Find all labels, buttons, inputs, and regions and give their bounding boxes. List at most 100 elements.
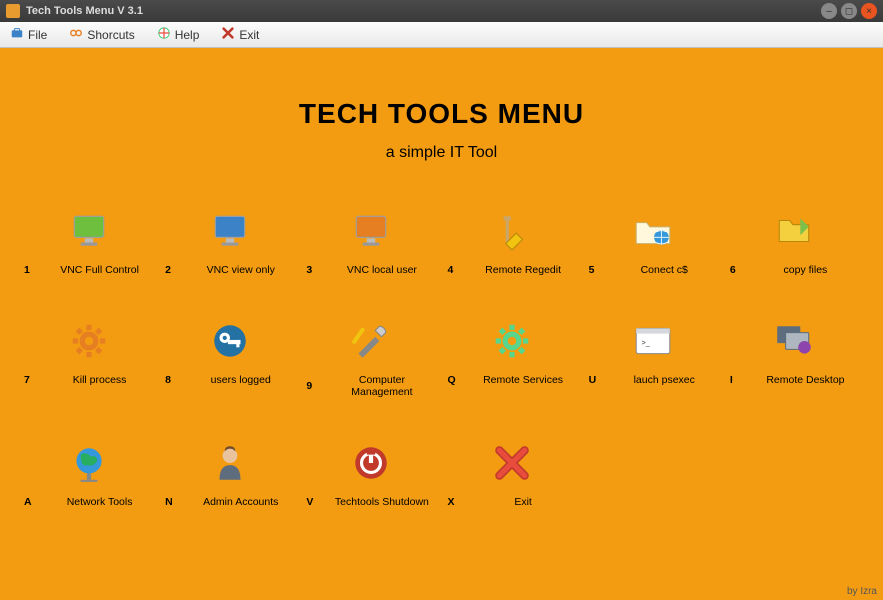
svg-text:>_: >_	[642, 338, 651, 347]
titlebar: Tech Tools Menu V 3.1 – ◻ ×	[0, 0, 883, 22]
tool-key: 8	[165, 374, 177, 386]
tool-conect-c[interactable]: 5 Conect c$	[583, 212, 724, 276]
tool-label-row: 4 Remote Regedit	[442, 264, 583, 276]
tool-label-row: 9 Computer Management	[300, 374, 441, 398]
tool-vnc-full-control[interactable]: 1 VNC Full Control	[18, 212, 159, 276]
footer-credit: by Izra	[847, 586, 877, 597]
x-icon	[221, 26, 235, 43]
tool-remote-services[interactable]: Q Remote Services	[442, 322, 583, 398]
tool-key: Q	[448, 374, 460, 386]
tool-key: 9	[306, 380, 318, 392]
link-icon	[69, 26, 83, 43]
tool-label-row: 5 Conect c$	[583, 264, 724, 276]
tool-vnc-local-user[interactable]: 3 VNC local user	[300, 212, 441, 276]
tool-label: VNC local user	[328, 264, 435, 276]
tool-label: Techtools Shutdown	[328, 496, 435, 508]
tool-key: 2	[165, 264, 177, 276]
tool-label-row: 3 VNC local user	[300, 264, 441, 276]
folder-copy-icon	[773, 212, 815, 250]
tool-lauch-psexec[interactable]: >_ Ulauch psexec	[583, 322, 724, 398]
tool-label-row: Q Remote Services	[442, 374, 583, 386]
app-icon	[6, 4, 20, 18]
tool-label: users logged	[187, 374, 294, 386]
page-title: TECH TOOLS MENU	[0, 98, 883, 130]
window-title: Tech Tools Menu V 3.1	[26, 5, 817, 17]
tool-label: VNC Full Control	[46, 264, 153, 276]
tool-label-row: X Exit	[442, 496, 583, 508]
tool-label: Computer Management	[328, 374, 435, 398]
tool-admin-accounts[interactable]: N Admin Accounts	[159, 444, 300, 508]
tool-copy-files[interactable]: 6 copy files	[724, 212, 865, 276]
tool-kill-process[interactable]: 7 Kill process	[18, 322, 159, 398]
tool-key: 1	[24, 264, 36, 276]
monitor-green-icon	[68, 212, 110, 250]
menu-file[interactable]: File	[6, 24, 51, 45]
tool-label: Remote Regedit	[470, 264, 577, 276]
globe-green-icon	[68, 444, 110, 482]
gear-orange-icon	[68, 322, 110, 360]
menu-exit[interactable]: Exit	[217, 24, 263, 45]
menu-help-label: Help	[175, 28, 200, 42]
tool-label-row: IRemote Desktop	[724, 374, 865, 386]
briefcase-icon	[10, 26, 24, 43]
content-area: TECH TOOLS MENU a simple IT Tool 1 VNC Fu…	[0, 48, 883, 600]
tool-label: Conect c$	[611, 264, 718, 276]
tool-label: copy files	[752, 264, 859, 276]
tool-remote-desktop[interactable]: IRemote Desktop	[724, 322, 865, 398]
tool-label: Network Tools	[46, 496, 153, 508]
tool-key: X	[448, 496, 460, 508]
tool-key: A	[24, 496, 36, 508]
menubar: File Shorcuts Help Exit	[0, 22, 883, 48]
key-blue-icon	[209, 322, 251, 360]
tool-label-row: 8 users logged	[159, 374, 300, 386]
page-subtitle: a simple IT Tool	[0, 144, 883, 162]
menu-shortcuts-label: Shorcuts	[87, 28, 134, 42]
tool-remote-regedit[interactable]: 4 Remote Regedit	[442, 212, 583, 276]
tool-computer-management[interactable]: 9 Computer Management	[300, 322, 441, 398]
monitor-orange-icon	[350, 212, 392, 250]
tool-techtools-shutdown[interactable]: V Techtools Shutdown	[300, 444, 441, 508]
maximize-button[interactable]: ◻	[841, 3, 857, 19]
menu-file-label: File	[28, 28, 47, 42]
menu-help[interactable]: Help	[153, 24, 204, 45]
menu-shortcuts[interactable]: Shorcuts	[65, 24, 138, 45]
minimize-button[interactable]: –	[821, 3, 837, 19]
tool-exit[interactable]: X Exit	[442, 444, 583, 508]
tool-label-row: N Admin Accounts	[159, 496, 300, 508]
folder-globe-icon	[632, 212, 674, 250]
tool-key: N	[165, 496, 177, 508]
x-red-icon	[491, 444, 533, 482]
tool-users-logged[interactable]: 8 users logged	[159, 322, 300, 398]
tool-label-row: V Techtools Shutdown	[300, 496, 441, 508]
menu-exit-label: Exit	[239, 28, 259, 42]
tool-label: VNC view only	[187, 264, 294, 276]
screwdriver-wrench-icon	[350, 322, 392, 360]
tool-label-row: A Network Tools	[18, 496, 159, 508]
tool-label-row: 7 Kill process	[18, 374, 159, 386]
tool-label: Remote Services	[470, 374, 577, 386]
tool-network-tools[interactable]: A Network Tools	[18, 444, 159, 508]
help-icon	[157, 26, 171, 43]
tool-key: 3	[306, 264, 318, 276]
gear-green-icon	[491, 322, 533, 360]
tool-label-row: Ulauch psexec	[583, 374, 724, 386]
tool-key: I	[730, 374, 742, 386]
tool-key: 5	[589, 264, 601, 276]
tool-key: 4	[448, 264, 460, 276]
tool-label-row: 2 VNC view only	[159, 264, 300, 276]
power-red-icon	[350, 444, 392, 482]
tool-label-row: 6 copy files	[724, 264, 865, 276]
tool-key: U	[589, 374, 601, 386]
tool-label: Kill process	[46, 374, 153, 386]
tool-key: V	[306, 496, 318, 508]
tool-vnc-view-only[interactable]: 2 VNC view only	[159, 212, 300, 276]
tool-key: 6	[730, 264, 742, 276]
tool-key: 7	[24, 374, 36, 386]
monitors-globe-icon	[773, 322, 815, 360]
terminal-icon: >_	[632, 322, 674, 360]
tool-label: Exit	[470, 496, 577, 508]
tool-label: Admin Accounts	[187, 496, 294, 508]
regedit-icon	[491, 212, 533, 250]
close-button[interactable]: ×	[861, 3, 877, 19]
tool-label-row: 1 VNC Full Control	[18, 264, 159, 276]
